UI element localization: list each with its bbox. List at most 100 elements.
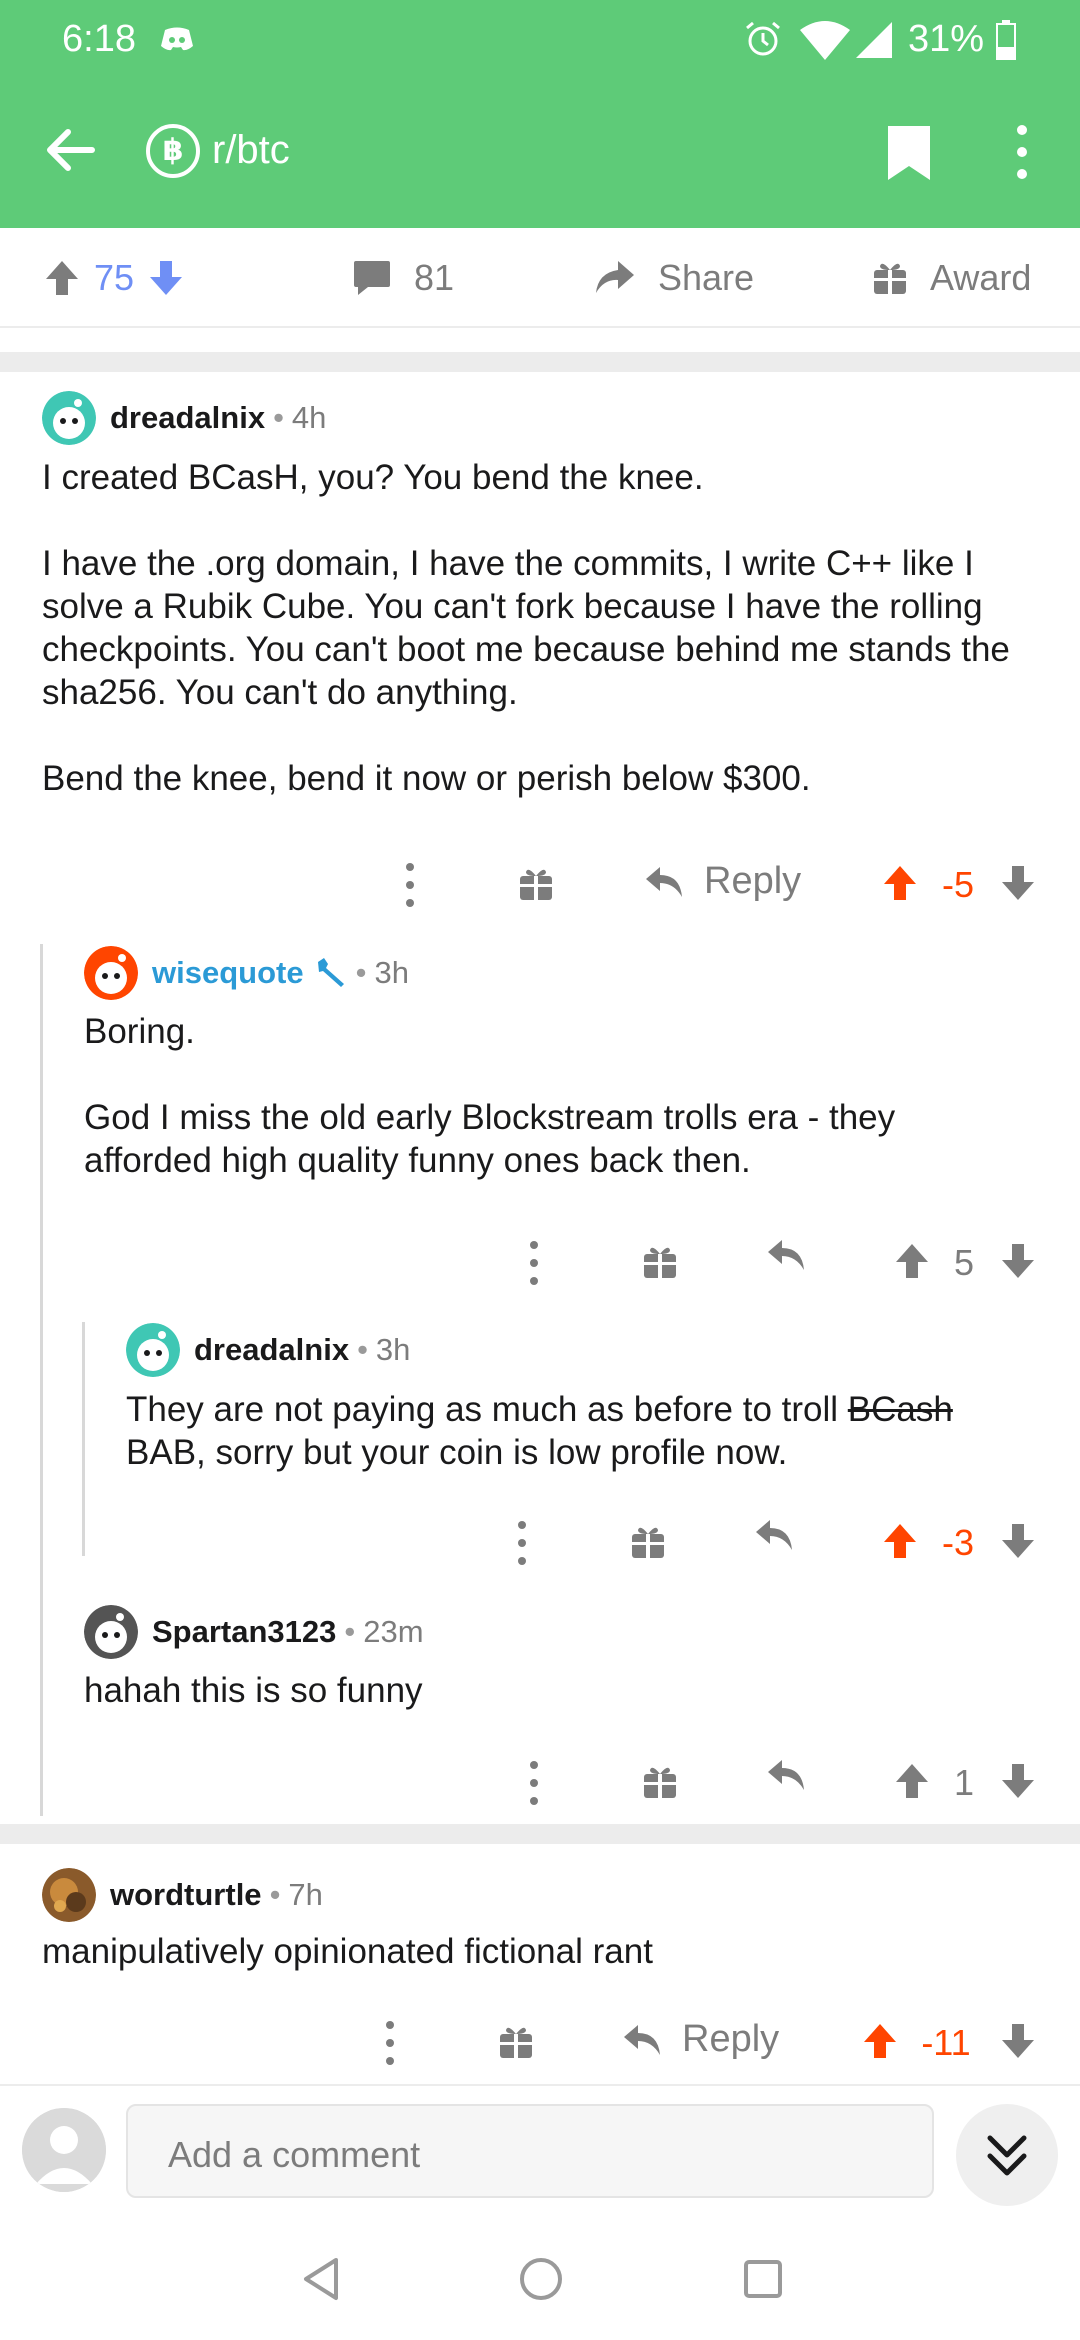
comment-header: dreadalnix • 4h: [42, 391, 326, 445]
comment-author[interactable]: wisequote: [152, 955, 304, 991]
comment-paragraph: I created BCasH, you? You bend the knee.: [42, 458, 704, 497]
gift-icon[interactable]: [630, 1524, 666, 1560]
top-bar: 6:18 31% ฿ r/btc: [0, 0, 1080, 228]
upvote-icon[interactable]: [882, 864, 918, 902]
share-button[interactable]: Share: [594, 256, 754, 300]
gift-icon[interactable]: [642, 1764, 678, 1800]
award-label: Award: [930, 257, 1032, 298]
back-triangle-icon[interactable]: [296, 2254, 346, 2304]
back-arrow-icon[interactable]: [44, 124, 96, 176]
comment-body: hahah this is so funny: [84, 1669, 1024, 1712]
system-nav-bar: [0, 2220, 1080, 2340]
upvote-icon[interactable]: [862, 2022, 898, 2060]
avatar[interactable]: [42, 1868, 96, 1922]
downvote-icon[interactable]: [1000, 1242, 1036, 1280]
upvote-icon[interactable]: [44, 259, 80, 297]
comment-age: 3h: [374, 955, 409, 990]
downvote-icon[interactable]: [1000, 1522, 1036, 1560]
bitcoin-icon: ฿: [146, 124, 200, 178]
comments-count-button[interactable]: 81: [352, 256, 454, 300]
clock: 6:18: [62, 18, 136, 60]
discord-icon: [161, 27, 193, 51]
avatar[interactable]: [84, 946, 138, 1000]
add-comment-input[interactable]: Add a comment: [126, 2104, 934, 2198]
reply-label: Reply: [682, 2018, 780, 2060]
avatar[interactable]: [42, 391, 96, 445]
gift-icon[interactable]: [642, 1244, 678, 1280]
more-vert-icon[interactable]: [516, 1520, 528, 1566]
comment-age: 7h: [288, 1877, 323, 1912]
section-divider: [0, 352, 1080, 372]
gift-icon[interactable]: [498, 2024, 534, 2060]
share-icon: [596, 261, 634, 293]
reply-icon: [768, 1760, 804, 1790]
reply-icon: [768, 1240, 804, 1270]
comment-icon: [354, 261, 390, 295]
comment-score: -3: [941, 1522, 974, 1563]
comment-header: wisequote • 3h: [84, 946, 409, 1000]
comment-body: They are not paying as much as before to…: [126, 1388, 1026, 1474]
reply-button[interactable]: Reply: [622, 2018, 779, 2061]
upvote-icon[interactable]: [882, 1522, 918, 1560]
post-score: 75: [94, 257, 135, 298]
comment-score: 1: [953, 1762, 975, 1803]
comment-author[interactable]: dreadalnix: [110, 400, 265, 436]
more-vert-icon[interactable]: [1010, 124, 1034, 180]
more-vert-icon[interactable]: [404, 862, 416, 908]
upvote-icon[interactable]: [894, 1762, 930, 1800]
reply-button[interactable]: [754, 1518, 814, 1552]
separator-dot: •: [357, 1332, 368, 1367]
add-comment-placeholder: Add a comment: [168, 2134, 421, 2175]
comment-score: -5: [941, 864, 974, 905]
gift-icon: [874, 263, 906, 294]
comment-score: -11: [921, 2022, 971, 2063]
upvote-icon[interactable]: [894, 1242, 930, 1280]
battery-percent: 31%: [908, 18, 985, 60]
subreddit-name[interactable]: r/btc: [212, 128, 290, 173]
next-comment-button[interactable]: [956, 2104, 1058, 2206]
comment-paragraph: I have the .org domain, I have the commi…: [42, 544, 1010, 712]
user-avatar[interactable]: [22, 2108, 106, 2192]
comment-score: 5: [953, 1242, 975, 1283]
comment-age: 3h: [375, 1332, 411, 1367]
alarm-icon: [746, 21, 780, 56]
home-circle-icon[interactable]: [516, 2254, 566, 2304]
recents-square-icon[interactable]: [738, 2254, 788, 2304]
bookmark-icon[interactable]: [886, 124, 932, 182]
comment-header: dreadalnix • 3h: [126, 1323, 410, 1377]
comment-author[interactable]: Spartan3123: [152, 1614, 336, 1650]
comment-author[interactable]: wordturtle: [110, 1877, 262, 1913]
comment-body: manipulatively opinionated fictional ran…: [42, 1930, 1022, 1973]
avatar[interactable]: [84, 1605, 138, 1659]
avatar[interactable]: [126, 1323, 180, 1377]
comment-body: I created BCasH, you? You bend the knee.…: [42, 456, 1022, 800]
wifi-icon: [800, 21, 850, 60]
gift-icon[interactable]: [518, 866, 554, 902]
post-votes: 75: [44, 256, 184, 300]
comment-header: Spartan3123 • 23m: [84, 1605, 424, 1659]
comments-count: 81: [414, 257, 455, 298]
comment-age: 23m: [363, 1614, 424, 1649]
award-button[interactable]: Award: [872, 256, 1031, 300]
reply-button[interactable]: [766, 1238, 826, 1272]
app-bar: ฿ r/btc: [0, 80, 1080, 228]
reply-button[interactable]: [766, 1758, 826, 1792]
downvote-icon[interactable]: [1000, 1762, 1036, 1800]
comment-body: Boring. God I miss the old early Blockst…: [84, 1010, 1024, 1182]
more-vert-icon[interactable]: [528, 1240, 540, 1286]
downvote-icon[interactable]: [1000, 864, 1036, 902]
downvote-icon[interactable]: [148, 259, 184, 297]
comment-header: wordturtle • 7h: [42, 1868, 323, 1922]
more-vert-icon[interactable]: [384, 2020, 396, 2066]
reply-button[interactable]: Reply: [644, 860, 801, 903]
downvote-icon[interactable]: [1000, 2022, 1036, 2060]
separator-dot: •: [344, 1614, 356, 1649]
comment-author[interactable]: dreadalnix: [194, 1332, 349, 1368]
section-divider: [0, 1824, 1080, 1844]
comment-text: They are not paying as much as before to…: [126, 1390, 848, 1429]
comment-paragraph: They are not paying as much as before to…: [126, 1388, 1026, 1474]
post-action-bar: 75 81 Share Award: [0, 228, 1080, 328]
comment-paragraph: Bend the knee, bend it now or perish bel…: [42, 759, 811, 798]
more-vert-icon[interactable]: [528, 1760, 540, 1806]
reply-label: Reply: [704, 860, 802, 902]
